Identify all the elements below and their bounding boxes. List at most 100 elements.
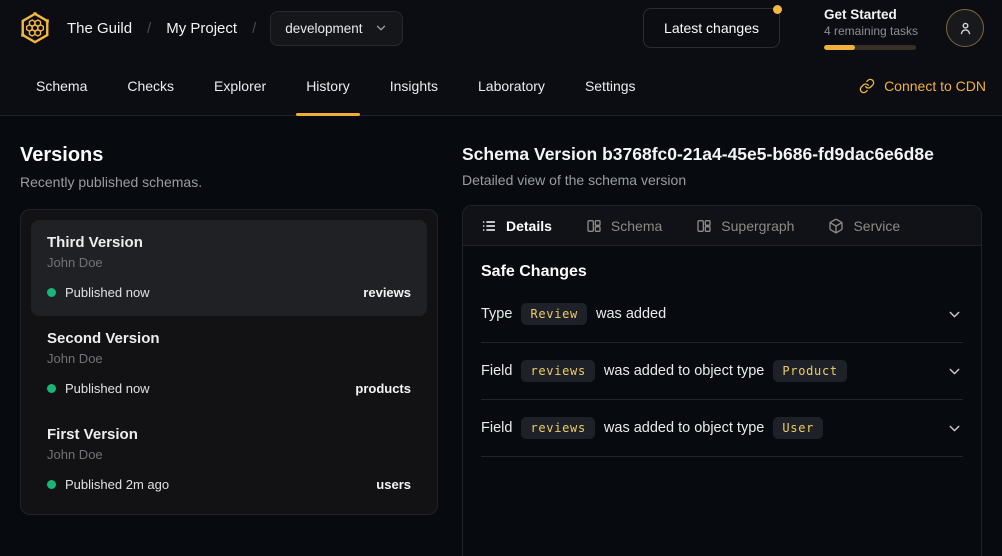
- nav-tab-label: Schema: [36, 78, 87, 94]
- change-code-1: Review: [521, 303, 587, 325]
- nav-tab-insights[interactable]: Insights: [370, 56, 458, 115]
- change-code-1: reviews: [521, 417, 594, 439]
- detail-tab-label: Schema: [611, 218, 662, 234]
- safe-changes-title: Safe Changes: [481, 263, 963, 281]
- versions-panel: Versions Recently published schemas. Thi…: [20, 144, 438, 556]
- change-row[interactable]: Type Review was added: [481, 286, 963, 343]
- latest-changes-button[interactable]: Latest changes: [643, 8, 780, 48]
- chevron-down-icon: [374, 21, 388, 35]
- columns-icon: [586, 218, 602, 234]
- page-content: Versions Recently published schemas. Thi…: [0, 116, 1002, 556]
- version-author: John Doe: [47, 447, 411, 462]
- get-started-progress-track: [824, 45, 916, 50]
- nav-tab-explorer[interactable]: Explorer: [194, 56, 286, 115]
- nav-tabs: Schema Checks Explorer History Insights …: [16, 56, 656, 115]
- published-dot-icon: [47, 384, 56, 393]
- detail-tab-service[interactable]: Service: [828, 218, 900, 234]
- nav-tab-label: History: [306, 78, 350, 94]
- schema-version-title: Schema Version b3768fc0-21a4-45e5-b686-f…: [462, 144, 982, 165]
- change-code-2: Product: [773, 360, 846, 382]
- breadcrumb-separator: /: [252, 20, 256, 37]
- change-prefix: Field: [481, 420, 512, 436]
- version-service-name: products: [355, 381, 411, 396]
- nav-tab-label: Checks: [127, 78, 174, 94]
- version-title: First Version: [47, 426, 411, 443]
- breadcrumb-project[interactable]: My Project: [166, 20, 237, 37]
- version-status: Published 2m ago: [47, 477, 169, 492]
- detail-tabs: Details Schema Supergraph: [463, 206, 981, 246]
- version-status-text: Published now: [65, 285, 150, 300]
- version-list-item[interactable]: Second Version John Doe Published now pr…: [31, 316, 427, 412]
- version-meta: Published 2m ago users: [47, 477, 411, 492]
- target-selector-value: development: [285, 21, 362, 36]
- change-description: Type Review was added: [481, 303, 666, 325]
- get-started-title: Get Started: [824, 7, 916, 22]
- guild-logo-icon[interactable]: [18, 11, 52, 45]
- top-header: The Guild / My Project / development Lat…: [0, 0, 1002, 56]
- nav-tab-label: Insights: [390, 78, 438, 94]
- nav-tab-checks[interactable]: Checks: [107, 56, 194, 115]
- version-status-text: Published now: [65, 381, 150, 396]
- cube-icon: [828, 218, 844, 234]
- detail-body: Safe Changes Type Review was added Field…: [463, 246, 981, 457]
- versions-subtitle: Recently published schemas.: [20, 174, 438, 190]
- list-icon: [481, 218, 497, 234]
- change-middle: was added to object type: [604, 420, 764, 436]
- main-nav: Schema Checks Explorer History Insights …: [0, 56, 1002, 116]
- get-started-subtitle: 4 remaining tasks: [824, 24, 916, 38]
- version-service-name: reviews: [363, 285, 411, 300]
- user-avatar[interactable]: [946, 9, 984, 47]
- change-prefix: Type: [481, 306, 512, 322]
- version-status: Published now: [47, 381, 150, 396]
- connect-to-cdn-label: Connect to CDN: [884, 78, 986, 94]
- change-middle: was added to object type: [604, 363, 764, 379]
- nav-tab-laboratory[interactable]: Laboratory: [458, 56, 565, 115]
- nav-tab-settings[interactable]: Settings: [565, 56, 656, 115]
- version-list-item[interactable]: First Version John Doe Published 2m ago …: [31, 412, 427, 508]
- detail-tab-label: Supergraph: [721, 218, 794, 234]
- schema-version-subtitle: Detailed view of the schema version: [462, 172, 982, 188]
- version-meta: Published now products: [47, 381, 411, 396]
- nav-tab-label: Laboratory: [478, 78, 545, 94]
- nav-tab-label: Settings: [585, 78, 636, 94]
- detail-tab-label: Details: [506, 218, 552, 234]
- change-row[interactable]: Field reviews was added to object type U…: [481, 400, 963, 457]
- version-status-text: Published 2m ago: [65, 477, 169, 492]
- detail-tab-schema[interactable]: Schema: [586, 218, 662, 234]
- versions-list: Third Version John Doe Published now rev…: [31, 220, 427, 508]
- target-selector-dropdown[interactable]: development: [270, 11, 402, 46]
- breadcrumb-separator: /: [147, 20, 151, 37]
- chevron-down-icon[interactable]: [946, 420, 963, 437]
- person-icon: [957, 20, 974, 37]
- change-middle: was added: [596, 306, 666, 322]
- change-description: Field reviews was added to object type U…: [481, 417, 823, 439]
- version-author: John Doe: [47, 255, 411, 270]
- change-row[interactable]: Field reviews was added to object type P…: [481, 343, 963, 400]
- breadcrumb-org[interactable]: The Guild: [67, 20, 132, 37]
- published-dot-icon: [47, 480, 56, 489]
- get-started-widget[interactable]: Get Started 4 remaining tasks: [824, 7, 916, 50]
- columns-icon: [696, 218, 712, 234]
- version-list-item[interactable]: Third Version John Doe Published now rev…: [31, 220, 427, 316]
- detail-tab-details[interactable]: Details: [481, 218, 552, 234]
- change-prefix: Field: [481, 363, 512, 379]
- version-status: Published now: [47, 285, 150, 300]
- version-title: Second Version: [47, 330, 411, 347]
- latest-changes-label: Latest changes: [664, 20, 759, 36]
- change-code-2: User: [773, 417, 823, 439]
- chevron-down-icon[interactable]: [946, 306, 963, 323]
- changes-list: Type Review was added Field reviews was …: [481, 286, 963, 457]
- connect-to-cdn-button[interactable]: Connect to CDN: [859, 78, 986, 94]
- versions-title: Versions: [20, 144, 438, 167]
- chevron-down-icon[interactable]: [946, 363, 963, 380]
- versions-card: Third Version John Doe Published now rev…: [20, 209, 438, 515]
- schema-version-card: Details Schema Supergraph: [462, 205, 982, 556]
- nav-tab-schema[interactable]: Schema: [16, 56, 107, 115]
- change-description: Field reviews was added to object type P…: [481, 360, 847, 382]
- notification-dot: [773, 5, 782, 14]
- breadcrumb: The Guild / My Project /: [67, 20, 256, 37]
- detail-tab-supergraph[interactable]: Supergraph: [696, 218, 794, 234]
- nav-tab-history[interactable]: History: [286, 56, 370, 115]
- version-service-name: users: [376, 477, 411, 492]
- version-meta: Published now reviews: [47, 285, 411, 300]
